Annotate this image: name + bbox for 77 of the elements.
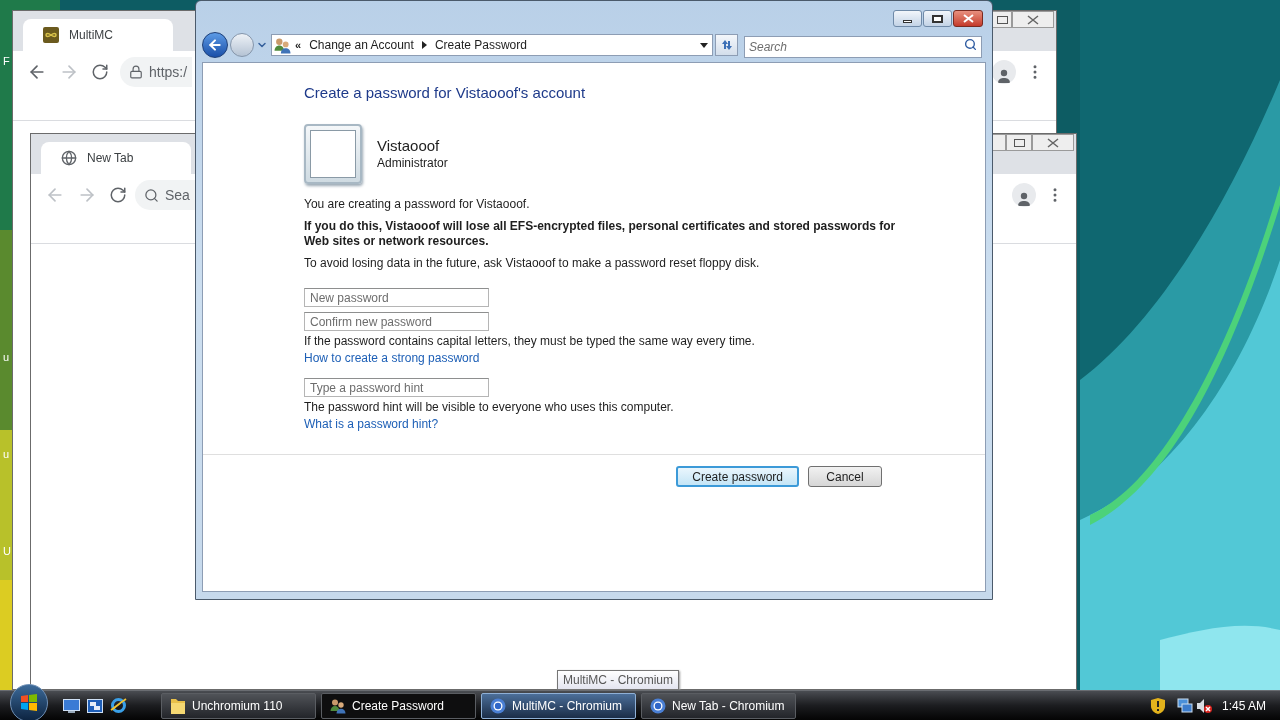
- taskbar-item[interactable]: Create Password: [321, 692, 476, 719]
- browser-icon[interactable]: [110, 697, 127, 714]
- restore-button[interactable]: [993, 11, 1012, 28]
- reload-icon[interactable]: [109, 186, 127, 204]
- refresh-icon: [719, 38, 734, 52]
- switch-windows-icon[interactable]: [87, 698, 103, 713]
- lock-icon: [129, 65, 143, 79]
- restore-button[interactable]: [1006, 134, 1032, 151]
- desktop-icon-label[interactable]: F: [3, 53, 10, 70]
- maximize-icon: [932, 14, 943, 23]
- page-heading: Create a password for Vistaooof's account: [304, 83, 586, 103]
- globe-icon: [61, 150, 77, 166]
- browser-tab[interactable]: New Tab: [41, 142, 191, 174]
- info-paragraph: To avoid losing data in the future, ask Vistaooof to make a password reset floppy disk.: [304, 256, 761, 271]
- reload-icon[interactable]: [91, 63, 109, 81]
- password-hint-field[interactable]: Type a password hint: [304, 378, 489, 397]
- dropdown-arrow-icon[interactable]: [700, 42, 708, 48]
- close-button[interactable]: [1032, 134, 1074, 151]
- password-field[interactable]: Confirm new password: [304, 312, 489, 331]
- folder-icon: [170, 696, 186, 715]
- taskbar-item[interactable]: MultiMC - Chromium: [481, 692, 636, 719]
- restore-icon: [1013, 138, 1025, 147]
- dialog-button[interactable]: Create password: [676, 466, 799, 487]
- browser-tab[interactable]: MultiMC: [23, 19, 173, 51]
- search-icon: [144, 187, 159, 203]
- breadcrumb-arrow-icon[interactable]: [421, 41, 427, 49]
- minimize-button[interactable]: [893, 10, 922, 27]
- users-icon: [330, 697, 346, 714]
- close-icon: [962, 14, 974, 23]
- address-text: Sea: [165, 185, 190, 205]
- address-bar[interactable]: https:/: [120, 57, 192, 87]
- password-hint-link[interactable]: What is a password hint?: [304, 417, 439, 432]
- strong-password-link[interactable]: How to create a strong password: [304, 351, 480, 366]
- minimize-icon: [903, 20, 912, 23]
- app-icon: [43, 27, 59, 43]
- breadcrumb-item[interactable]: Create Password: [434, 36, 527, 54]
- back-button[interactable]: [202, 32, 228, 58]
- profile-icon[interactable]: [992, 60, 1016, 84]
- taskbar-item[interactable]: Unchromium 110: [161, 692, 316, 719]
- password-note: If the password contains capital letters, they must be typed the same way every time.: [304, 334, 755, 349]
- search-icon: [964, 38, 977, 51]
- info-paragraph: If you do this, Vistaooof will lose all EFS-encrypted files, personal certificates and stored passwords for Web sites or network resources.: [304, 219, 897, 249]
- address-bar[interactable]: « Change an Account Create Password: [271, 34, 713, 56]
- shield-icon[interactable]: [1150, 697, 1165, 714]
- address-text: https:/: [149, 62, 188, 82]
- users-icon: [274, 36, 291, 54]
- show-desktop-icon[interactable]: [63, 698, 80, 713]
- user-name: Vistaooof: [377, 137, 441, 155]
- maximize-button[interactable]: [923, 10, 952, 27]
- dialog-button[interactable]: Cancel: [808, 466, 882, 487]
- windows-logo-icon: [19, 692, 39, 713]
- user-role: Administrator: [377, 155, 448, 171]
- refresh-button[interactable]: [715, 34, 738, 56]
- profile-icon[interactable]: [1012, 183, 1036, 207]
- tab-title: MultiMC: [69, 27, 113, 44]
- muted-volume-icon[interactable]: [1195, 697, 1212, 714]
- close-button[interactable]: [1012, 11, 1054, 28]
- network-icon[interactable]: [1176, 697, 1193, 714]
- password-field[interactable]: New password: [304, 288, 489, 307]
- hint-note: The password hint will be visible to everyone who uses this computer.: [304, 400, 674, 415]
- tab-title: New Tab: [87, 150, 134, 167]
- chromium-icon: [490, 697, 506, 714]
- close-button[interactable]: [953, 10, 983, 27]
- clock[interactable]: 1:45 AM: [1221, 696, 1266, 715]
- search-field[interactable]: Search: [744, 36, 982, 58]
- info-paragraph: You are creating a password for Vistaooof.: [304, 197, 531, 212]
- tooltip: MultiMC - Chromium: [557, 670, 679, 690]
- back-icon: [207, 37, 223, 53]
- close-icon: [1047, 137, 1059, 148]
- breadcrumb-item[interactable]: Change an Account: [309, 36, 414, 54]
- desktop-icon-label[interactable]: u: [3, 349, 10, 366]
- close-icon: [1027, 14, 1039, 25]
- restore-icon: [996, 15, 1008, 24]
- address-bar[interactable]: Sea: [135, 180, 195, 210]
- overflow-chevron[interactable]: «: [295, 39, 302, 51]
- taskbar-item[interactable]: New Tab - Chromium: [641, 692, 796, 719]
- chromium-icon: [650, 697, 666, 714]
